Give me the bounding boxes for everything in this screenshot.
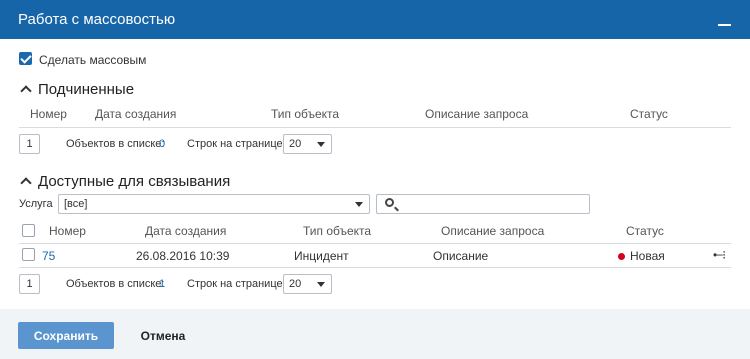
- av-objects-label: Объектов в списке:: [66, 278, 165, 290]
- av-page-number[interactable]: 1: [19, 274, 40, 294]
- sub-objects-label: Объектов в списке:: [66, 138, 165, 150]
- make-mass-checkbox[interactable]: [19, 52, 32, 65]
- av-col-date[interactable]: Дата создания: [145, 224, 226, 238]
- chevron-up-icon[interactable]: [20, 85, 32, 97]
- av-col-description[interactable]: Описание запроса: [441, 224, 544, 238]
- status-indicator: [618, 253, 625, 260]
- minimize-icon[interactable]: [718, 12, 732, 28]
- av-rows-value: 20: [289, 278, 302, 290]
- sub-page-number[interactable]: 1: [19, 134, 40, 154]
- search-input[interactable]: [376, 194, 590, 214]
- service-value: [все]: [64, 198, 88, 210]
- sub-col-type[interactable]: Тип объекта: [271, 107, 339, 121]
- service-label: Услуга: [19, 198, 53, 210]
- sub-rows-value: 20: [289, 138, 302, 150]
- row-number-link[interactable]: 75: [42, 249, 55, 263]
- row-status: Новая: [630, 249, 665, 263]
- row-type: Инцидент: [294, 249, 349, 263]
- sub-rows-select[interactable]: 20: [283, 134, 332, 154]
- search-icon: [385, 198, 394, 207]
- available-title: Доступные для связывания: [38, 173, 231, 190]
- dialog-header: Работа с массовостью: [0, 0, 750, 39]
- mass-dialog: Работа с массовостью Сделать массовым По…: [0, 0, 750, 359]
- caret-down-icon: [317, 282, 325, 287]
- av-objects-count: 1: [159, 278, 166, 290]
- sub-header-divider: [19, 127, 731, 128]
- row-divider: [19, 267, 731, 268]
- make-mass-label: Сделать массовым: [39, 53, 147, 67]
- av-rows-label: Строк на странице:: [187, 278, 286, 290]
- save-button[interactable]: Сохранить: [18, 322, 114, 349]
- sub-rows-label: Строк на странице:: [187, 138, 286, 150]
- sub-col-number[interactable]: Номер: [30, 107, 67, 121]
- av-header-divider: [19, 243, 731, 244]
- av-rows-select[interactable]: 20: [283, 274, 332, 294]
- select-all-checkbox[interactable]: [22, 224, 35, 237]
- sub-col-description[interactable]: Описание запроса: [425, 107, 528, 121]
- subordinates-title: Подчиненные: [38, 81, 135, 98]
- caret-down-icon: [355, 202, 363, 207]
- av-col-number[interactable]: Номер: [49, 224, 86, 238]
- sub-col-date[interactable]: Дата создания: [95, 107, 176, 121]
- sub-objects-count: 0: [159, 138, 166, 150]
- link-icon[interactable]: •−⁝: [713, 248, 726, 262]
- chevron-up-icon[interactable]: [20, 177, 32, 189]
- caret-down-icon: [317, 142, 325, 147]
- dialog-title: Работа с массовостью: [18, 11, 176, 28]
- av-col-type[interactable]: Тип объекта: [303, 224, 371, 238]
- av-col-status[interactable]: Статус: [626, 224, 664, 238]
- sub-col-status[interactable]: Статус: [630, 107, 668, 121]
- dialog-footer: Сохранить Отмена: [0, 309, 750, 359]
- service-select[interactable]: [все]: [58, 194, 370, 214]
- row-checkbox[interactable]: [22, 248, 35, 261]
- cancel-button[interactable]: Отмена: [128, 322, 198, 349]
- row-date: 26.08.2016 10:39: [136, 249, 230, 263]
- row-description: Описание: [433, 249, 489, 263]
